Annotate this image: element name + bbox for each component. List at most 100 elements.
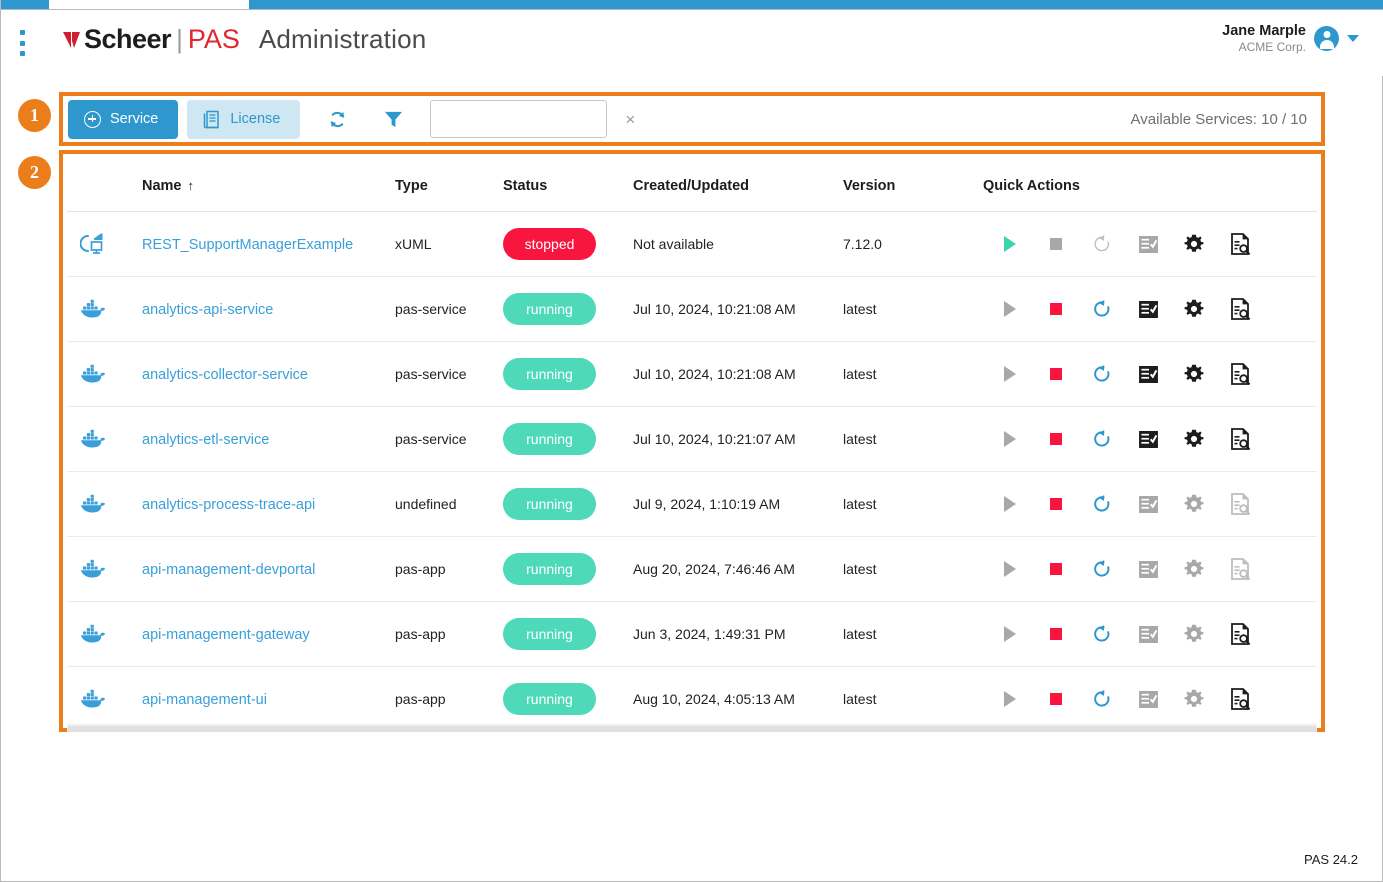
inspect-button[interactable] [1229,428,1251,450]
docker-icon [80,689,106,709]
inspect-log-icon [1230,558,1251,580]
stop-button[interactable] [1045,558,1067,580]
row-status-cell: running [503,407,633,472]
start-icon [1002,625,1018,643]
add-service-button[interactable]: Service [68,100,178,139]
stop-icon [1049,562,1063,576]
row-name-cell: REST_SupportManagerExample [139,212,395,277]
user-account[interactable]: Jane Marple ACME Corp. [1222,22,1359,55]
settings-button[interactable] [1183,298,1205,320]
log-icon [1139,301,1158,318]
license-button[interactable]: License [187,100,300,139]
restart-button[interactable] [1091,558,1113,580]
kebab-menu-icon[interactable] [18,30,26,56]
docker-icon [80,299,106,319]
settings-button[interactable] [1183,363,1205,385]
settings-button[interactable] [1183,233,1205,255]
inspect-button[interactable] [1229,233,1251,255]
settings-button [1183,688,1205,710]
log-button [1137,558,1159,580]
clear-search-icon[interactable]: × [621,111,635,128]
restart-button[interactable] [1091,363,1113,385]
stop-button[interactable] [1045,623,1067,645]
row-updated-cell: Not available [633,212,843,277]
table-row: analytics-etl-service pas-service runnin… [67,407,1317,472]
col-header-created-updated[interactable]: Created/Updated [633,158,843,212]
row-type-cell: xUML [395,212,503,277]
settings-button[interactable] [1183,428,1205,450]
service-name-link[interactable]: analytics-process-trace-api [142,497,315,513]
restart-button[interactable] [1091,623,1113,645]
inspect-button[interactable] [1229,623,1251,645]
col-header-name[interactable]: Name↑ [139,158,395,212]
service-name-link[interactable]: api-management-ui [142,692,267,708]
row-updated-cell: Jun 3, 2024, 1:49:31 PM [633,602,843,667]
table-row: analytics-process-trace-api undefined ru… [67,472,1317,537]
service-name-link[interactable]: api-management-devportal [142,562,315,578]
stop-button[interactable] [1045,493,1067,515]
restart-icon [1093,300,1112,319]
service-name-link[interactable]: analytics-etl-service [142,432,269,448]
table-row: api-management-ui pas-app running Aug 10… [67,667,1317,725]
row-updated-cell: Aug 20, 2024, 7:46:46 AM [633,537,843,602]
row-quick-actions-cell [983,602,1317,667]
row-type-cell: pas-service [395,407,503,472]
stop-button[interactable] [1045,428,1067,450]
inspect-button[interactable] [1229,363,1251,385]
page-title: Administration [259,24,427,55]
stop-button[interactable] [1045,688,1067,710]
stop-button[interactable] [1045,363,1067,385]
col-header-version[interactable]: Version [843,158,983,212]
service-name-link[interactable]: REST_SupportManagerExample [142,237,353,253]
restart-button[interactable] [1091,298,1113,320]
row-updated-cell: Jul 10, 2024, 10:21:08 AM [633,277,843,342]
quick-actions-group [983,688,1317,710]
inspect-log-icon [1230,363,1251,385]
filter-button[interactable] [373,109,414,130]
row-type-icon-cell [67,602,139,667]
log-button[interactable] [1137,298,1159,320]
inspect-button[interactable] [1229,688,1251,710]
scrollbar-thumb[interactable] [67,726,1317,732]
restart-button[interactable] [1091,428,1113,450]
settings-button [1183,493,1205,515]
row-status-cell: running [503,537,633,602]
brand-divider: | [176,24,183,55]
start-button [999,363,1021,385]
service-name-link[interactable]: analytics-api-service [142,302,273,318]
row-updated-cell: Jul 10, 2024, 10:21:08 AM [633,342,843,407]
status-badge: stopped [503,228,596,260]
restart-button[interactable] [1091,688,1113,710]
avatar[interactable] [1314,26,1339,51]
log-icon [1139,561,1158,578]
status-badge: running [503,488,596,520]
log-button[interactable] [1137,428,1159,450]
row-type-icon-cell [67,342,139,407]
horizontal-scrollbar[interactable] [67,724,1317,732]
sort-ascending-icon: ↑ [188,178,195,193]
stop-button[interactable] [1045,298,1067,320]
row-updated-cell: Aug 10, 2024, 4:05:13 AM [633,667,843,725]
restart-button[interactable] [1091,493,1113,515]
col-header-type[interactable]: Type [395,158,503,212]
log-button[interactable] [1137,363,1159,385]
quick-actions-group [983,623,1317,645]
row-type-icon-cell [67,472,139,537]
status-badge: running [503,293,596,325]
service-name-link[interactable]: analytics-collector-service [142,367,308,383]
start-button[interactable] [999,233,1021,255]
chevron-down-icon[interactable] [1347,35,1359,42]
gear-icon [1184,559,1204,579]
service-name-link[interactable]: api-management-gateway [142,627,310,643]
inspect-button[interactable] [1229,298,1251,320]
restart-icon [1093,625,1112,644]
refresh-button[interactable] [316,108,359,131]
row-type-cell: pas-app [395,602,503,667]
row-status-cell: running [503,472,633,537]
row-status-cell: running [503,667,633,725]
search-input[interactable] [439,112,621,127]
col-header-quick-actions: Quick Actions [983,158,1317,212]
col-header-status[interactable]: Status [503,158,633,212]
search-box[interactable]: × [430,100,607,138]
quick-actions-group [983,233,1317,255]
